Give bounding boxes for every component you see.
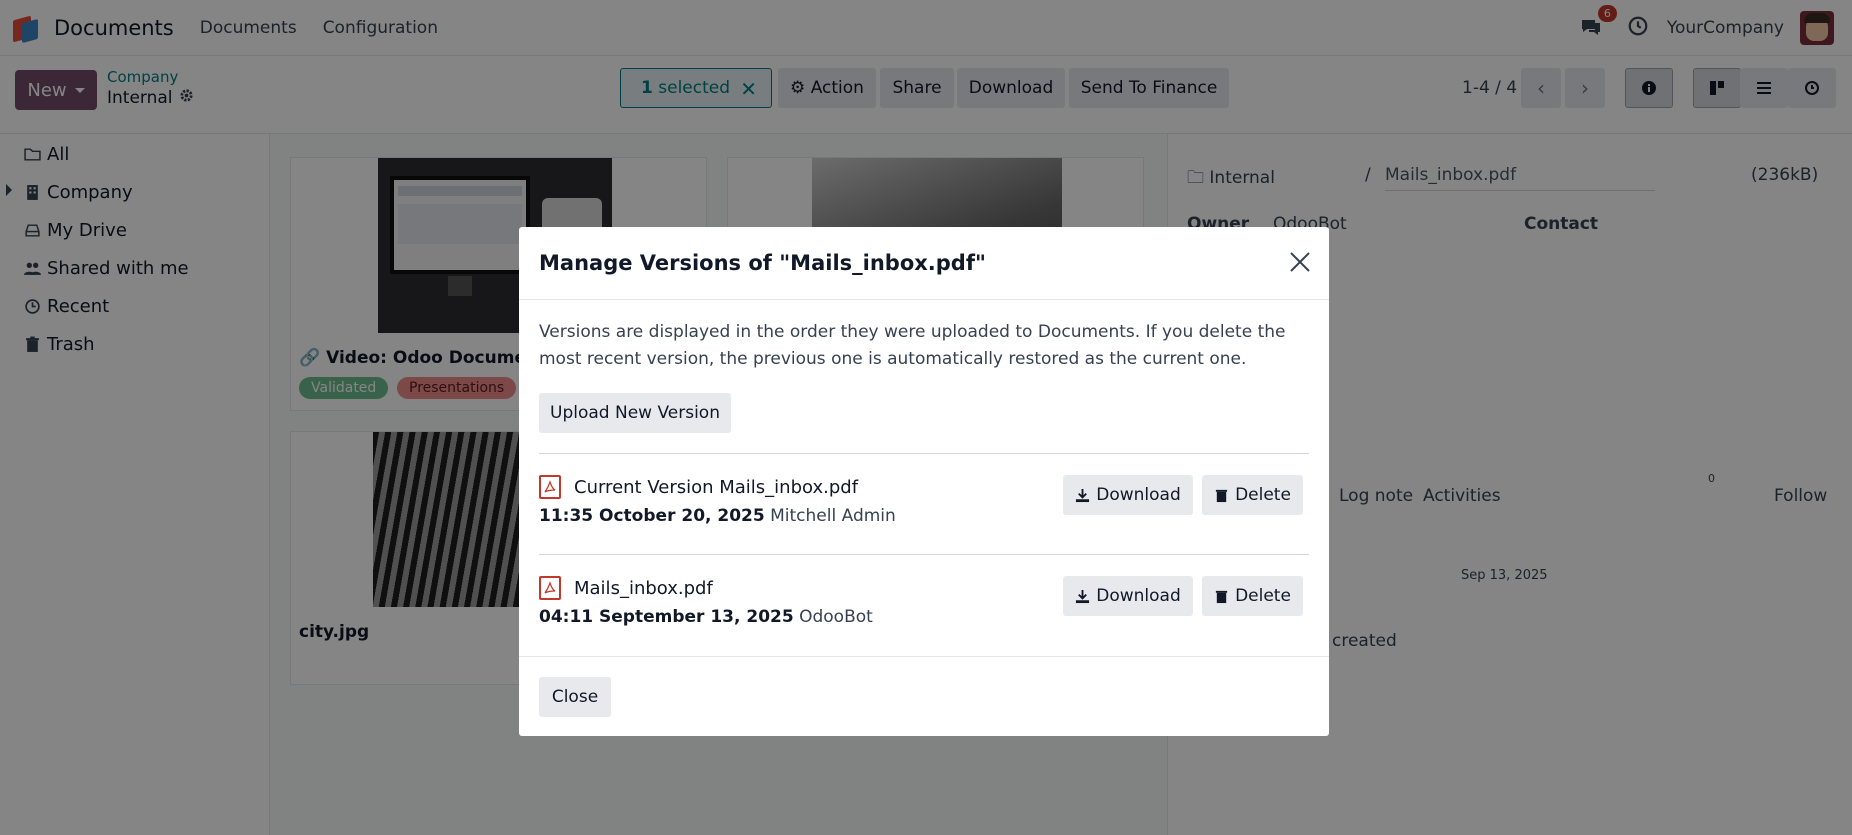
pdf-file-icon — [539, 576, 561, 600]
divider — [539, 554, 1309, 555]
version-author: OdooBot — [799, 607, 873, 627]
download-icon — [1076, 589, 1090, 603]
download-icon — [1076, 488, 1090, 502]
dialog-footer: Close — [519, 656, 1329, 736]
delete-label: Delete — [1235, 586, 1291, 606]
version-meta: 04:11 September 13, 2025 OdooBot — [539, 607, 873, 627]
version-delete-button[interactable]: Delete — [1202, 475, 1303, 515]
pdf-file-icon — [539, 475, 561, 499]
close-button[interactable]: Close — [539, 677, 611, 717]
manage-versions-dialog: Manage Versions of "Mails_inbox.pdf" Ver… — [519, 227, 1329, 736]
dialog-header: Manage Versions of "Mails_inbox.pdf" — [519, 227, 1329, 300]
version-row: Mails_inbox.pdf 04:11 September 13, 2025… — [539, 576, 1309, 648]
version-name: Mails_inbox.pdf — [574, 578, 713, 599]
app-root: Documents Documents Configuration 6 Your… — [0, 0, 1852, 835]
download-label: Download — [1096, 485, 1181, 505]
close-icon[interactable] — [1287, 249, 1313, 275]
version-datetime: 11:35 October 20, 2025 — [539, 506, 765, 526]
version-row: Current Version Mails_inbox.pdf 11:35 Oc… — [539, 475, 1309, 547]
version-datetime: 04:11 September 13, 2025 — [539, 607, 794, 627]
divider — [539, 453, 1309, 454]
dialog-description: Versions are displayed in the order they… — [539, 322, 1286, 369]
delete-label: Delete — [1235, 485, 1291, 505]
version-download-button[interactable]: Download — [1063, 576, 1193, 616]
download-label: Download — [1096, 586, 1181, 606]
version-author: Mitchell Admin — [770, 506, 896, 526]
version-delete-button[interactable]: Delete — [1202, 576, 1303, 616]
version-name: Current Version Mails_inbox.pdf — [574, 477, 859, 498]
version-download-button[interactable]: Download — [1063, 475, 1193, 515]
trash-icon — [1215, 590, 1228, 603]
upload-new-version-button[interactable]: Upload New Version — [539, 393, 731, 433]
version-meta: 11:35 October 20, 2025 Mitchell Admin — [539, 506, 896, 526]
trash-icon — [1215, 489, 1228, 502]
dialog-title: Manage Versions of "Mails_inbox.pdf" — [539, 251, 986, 275]
